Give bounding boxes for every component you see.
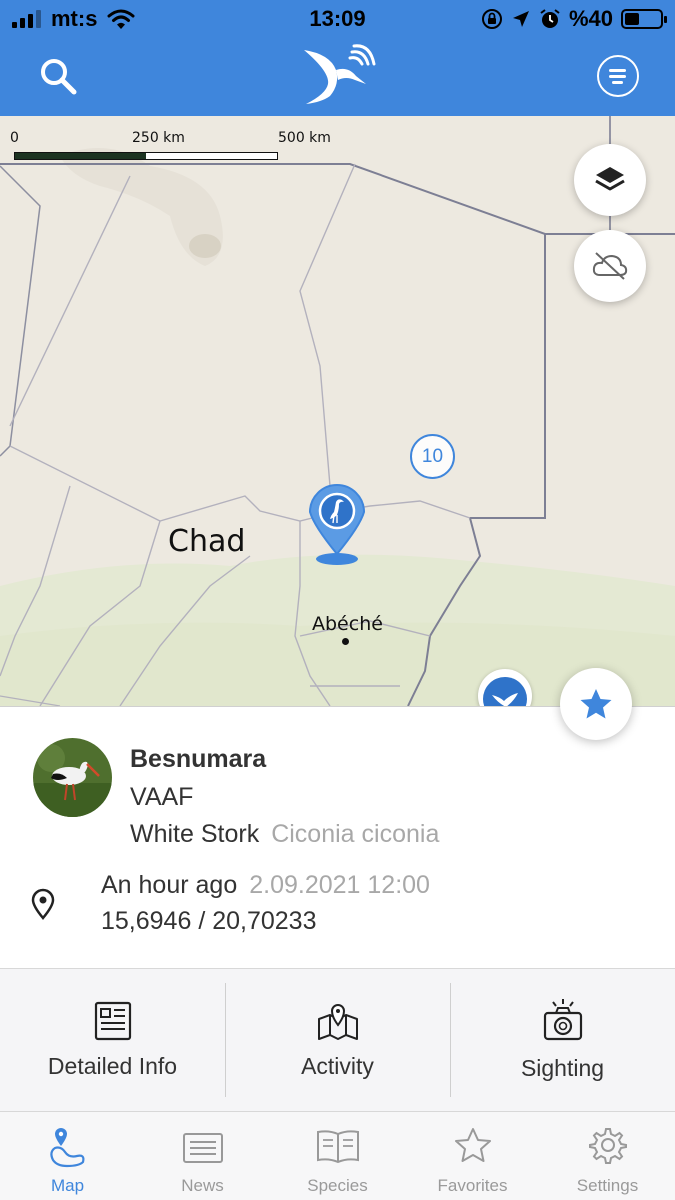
news-icon <box>182 1133 223 1163</box>
tab-map[interactable]: Map <box>0 1112 135 1200</box>
map-scale: 0 250 km 500 km <box>10 130 340 170</box>
book-icon <box>316 1130 359 1164</box>
species-common-name: White Stork <box>130 820 260 848</box>
last-seen: An hour ago <box>101 871 238 899</box>
last-seen-line: An hour ago 2.09.2021 12:00 <box>101 871 430 900</box>
map-pin-icon <box>317 1004 358 1040</box>
sighting-button[interactable]: Sighting <box>450 969 675 1111</box>
search-icon[interactable] <box>38 56 78 96</box>
stork-logo <box>304 44 376 104</box>
map-icon <box>49 1128 84 1168</box>
layers-button[interactable] <box>574 144 646 216</box>
tab-map-label: Map <box>50 1176 85 1195</box>
tab-news-label: News <box>181 1176 224 1195</box>
city-label: Abéché <box>312 613 383 635</box>
scale-label-500: 500 km <box>278 130 331 146</box>
menu-icon[interactable] <box>597 55 639 97</box>
cloud-off-icon <box>592 252 628 280</box>
detailed-info-label: Detailed Info <box>47 1053 178 1079</box>
cluster-marker[interactable]: 10 <box>410 434 455 479</box>
cloud-toggle-button[interactable] <box>574 230 646 302</box>
selected-animal-pin[interactable] <box>306 482 368 566</box>
favorite-button[interactable] <box>560 668 632 740</box>
animal-info-panel: Besnumara VAAF White Stork Ciconia ciconi… <box>0 706 675 968</box>
detailed-info-button[interactable]: Detailed Info <box>0 969 225 1111</box>
species-line: White Stork Ciconia ciconia <box>130 820 439 849</box>
location-arrow-icon <box>512 11 529 27</box>
gear-icon <box>588 1128 627 1164</box>
star-icon <box>580 689 612 719</box>
activity-button[interactable]: Activity <box>225 969 450 1111</box>
battery-icon <box>621 9 667 29</box>
tab-species-label: Species <box>307 1176 368 1195</box>
tab-species[interactable]: Species <box>270 1112 405 1200</box>
alarm-icon <box>540 9 560 28</box>
tab-favorites[interactable]: Favorites <box>405 1112 540 1200</box>
star-outline-icon <box>454 1128 491 1162</box>
battery-percent: %40 <box>568 6 613 31</box>
activity-label: Activity <box>301 1053 374 1079</box>
top-bar: mt:s 13:09 %40 <box>0 0 675 116</box>
map-view[interactable]: 0 250 km 500 km 10 Chad Abéché <box>0 116 675 706</box>
document-icon <box>94 1001 131 1041</box>
camera-icon <box>543 999 582 1041</box>
orientation-lock-icon <box>481 9 502 29</box>
tab-settings-label: Settings <box>576 1176 639 1195</box>
scale-label-250: 250 km <box>132 130 185 146</box>
animal-code: VAAF <box>130 783 194 811</box>
sighting-label: Sighting <box>520 1055 605 1081</box>
species-scientific-name: Ciconia ciconia <box>271 820 440 848</box>
animal-avatar <box>33 738 112 817</box>
country-label: Chad <box>168 524 246 559</box>
tab-settings[interactable]: Settings <box>540 1112 675 1200</box>
coordinates: 15,6946 / 20,70233 <box>101 907 317 935</box>
scale-label-0: 0 <box>10 130 19 146</box>
tab-news[interactable]: News <box>135 1112 270 1200</box>
status-bar: mt:s 13:09 %40 <box>0 0 675 40</box>
tab-bar: Map News Species Favorites Settings <box>0 1112 675 1200</box>
scale-bar <box>14 152 278 160</box>
layers-icon <box>595 167 625 191</box>
location-pin-icon <box>31 888 55 920</box>
action-bar: Detailed Info Activity Sighting <box>0 968 675 1112</box>
city-dot <box>342 638 349 645</box>
animal-name: Besnumara <box>130 745 267 773</box>
tab-favorites-label: Favorites <box>437 1176 508 1195</box>
timestamp: 2.09.2021 12:00 <box>249 871 430 899</box>
